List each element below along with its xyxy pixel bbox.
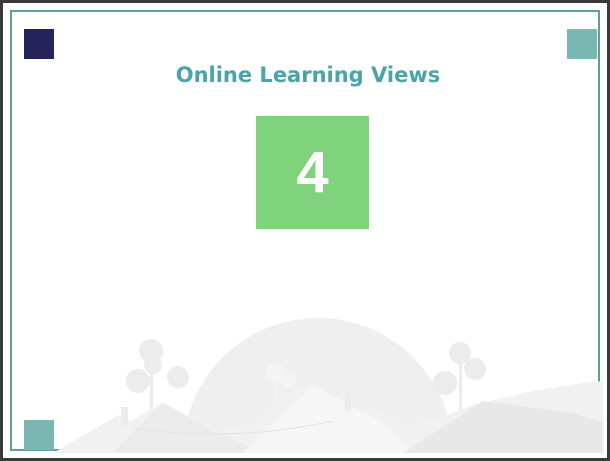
slide-title: Online Learning Views <box>175 63 441 87</box>
slide: 9 Online Learning Views 4 <box>0 0 610 461</box>
corner-square-top-right <box>567 29 597 59</box>
value-number: 4 <box>296 140 329 205</box>
corner-square-top-left <box>24 29 54 59</box>
town-silhouette-illustration <box>53 318 603 453</box>
value-box: 4 <box>256 116 369 229</box>
